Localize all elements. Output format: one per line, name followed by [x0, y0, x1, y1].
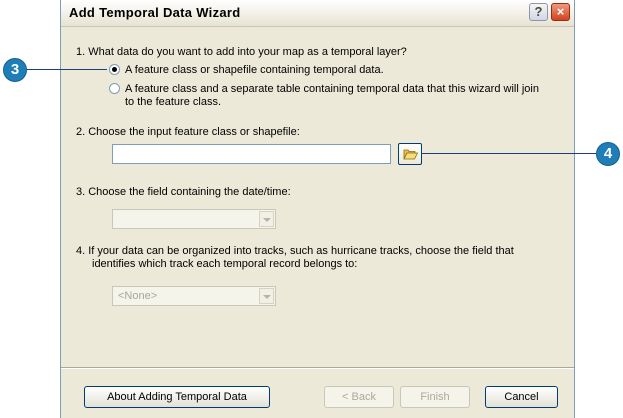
back-button[interactable]: < Back [324, 386, 394, 408]
callout-3: 3 [3, 58, 27, 82]
feature-class-input[interactable] [112, 144, 391, 164]
cancel-button[interactable]: Cancel [485, 386, 558, 408]
radio-feature-class-label: A feature class or shapefile containing … [125, 64, 384, 76]
chevron-down-icon[interactable] [259, 211, 274, 227]
folder-open-icon [403, 149, 418, 160]
close-icon: × [556, 4, 565, 19]
radio-separate-table-label-line1: A feature class and a separate table con… [125, 83, 539, 95]
track-field-select[interactable]: <None> [112, 286, 276, 306]
step3-question: 3. Choose the field containing the date/… [76, 186, 291, 198]
date-field-select[interactable] [112, 209, 276, 229]
step2-question: 2. Choose the input feature class or sha… [76, 126, 300, 138]
wizard-dialog: Add Temporal Data Wizard ? × 1. What dat… [60, 0, 575, 418]
footer-divider [61, 367, 574, 369]
browse-button[interactable] [398, 143, 422, 165]
window-title: Add Temporal Data Wizard [69, 5, 241, 20]
step4-question-line2: identifies which track each temporal rec… [92, 258, 358, 270]
finish-button[interactable]: Finish [400, 386, 470, 408]
callout-3-leader [27, 69, 107, 70]
help-button[interactable]: ? [529, 3, 548, 21]
radio-separate-table[interactable] [109, 83, 120, 94]
radio-separate-table-label-line2: to the feature class. [125, 96, 221, 108]
step1-question: 1. What data do you want to add into you… [76, 46, 407, 58]
radio-feature-class[interactable] [109, 64, 120, 75]
close-button[interactable]: × [551, 3, 570, 21]
chevron-down-icon[interactable] [259, 288, 274, 304]
step4-question-line1: 4. If your data can be organized into tr… [76, 245, 514, 257]
title-bar: Add Temporal Data Wizard ? × [61, 0, 574, 27]
callout-4-leader [421, 153, 596, 154]
help-icon: ? [534, 4, 543, 19]
track-field-value: <None> [118, 290, 158, 302]
callout-4: 4 [596, 142, 620, 166]
about-button[interactable]: About Adding Temporal Data [84, 386, 270, 408]
